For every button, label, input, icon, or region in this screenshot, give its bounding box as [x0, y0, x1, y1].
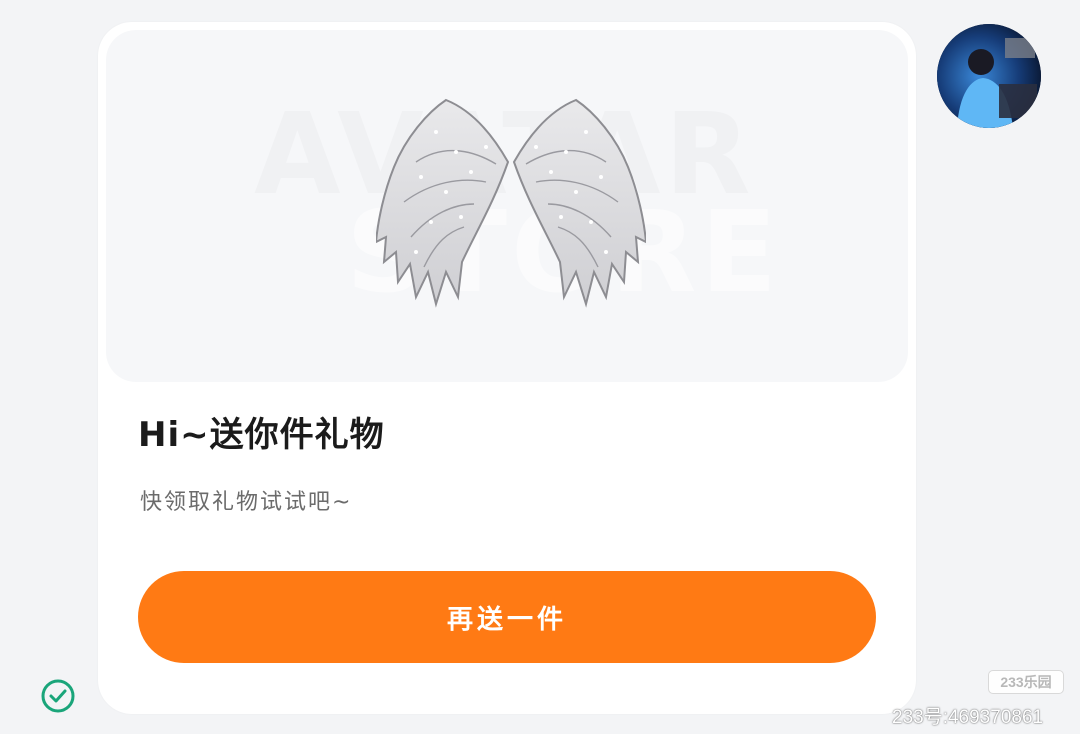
screen: AVATAR STORE	[0, 0, 1080, 734]
avatar-image	[937, 24, 1041, 128]
gift-card: AVATAR STORE	[98, 22, 916, 714]
angel-wings-icon	[376, 98, 646, 308]
check-circle-icon	[41, 679, 75, 713]
avatar[interactable]	[937, 24, 1041, 128]
gift-subtitle: 快领取礼物试试吧~	[140, 490, 353, 515]
gift-title: Hi~送你件礼物	[138, 415, 385, 455]
send-another-button[interactable]: 再送一件	[138, 571, 876, 663]
account-id-watermark: 233号:469370861	[892, 707, 1044, 728]
brand-watermark: 233乐园	[988, 670, 1064, 694]
item-preview: AVATAR STORE	[106, 30, 908, 382]
